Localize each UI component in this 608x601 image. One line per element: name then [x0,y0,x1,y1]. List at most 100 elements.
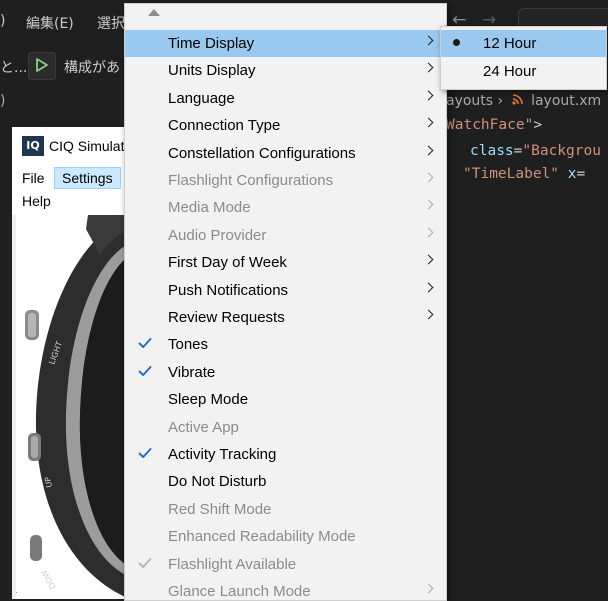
simulator-body: LIGHT UP DOW ﾁ [12,215,130,599]
submenu-item-label: 24 Hour [483,63,537,80]
menu-item-label: Enhanced Readability Mode [168,528,356,546]
menu-item-constellation-configurations[interactable]: Constellation Configurations [125,140,446,167]
code-line[interactable]: "TimeLabel" x= [463,166,585,182]
chevron-right-icon [423,309,434,320]
watch-label-down: DOW [40,568,58,590]
vscode-menu-selection[interactable]: 選択 [97,13,125,33]
code-string: "TimeLabel" [463,166,560,182]
xml-file-icon [512,93,523,109]
menu-item-glance-launch-mode: Glance Launch Mode [125,578,446,600]
code-punct: > [533,117,543,133]
menu-item-label: Constellation Configurations [168,144,356,162]
breadcrumb: ayouts › layout.xm [446,93,601,109]
menu-item-media-mode: Media Mode [125,194,446,221]
code-punct: = [576,166,586,182]
menu-item-label: Connection Type [168,117,281,135]
settings-dropdown-menu: Time Display Units Display Language Connect… [124,3,447,601]
menu-item-label: Activity Tracking [168,446,277,463]
checkmark-icon [137,445,153,465]
menu-item-enhanced-readability-mode: Enhanced Readability Mode [125,523,446,550]
watch-label-up: UP [43,476,54,488]
menu-item-sleep-mode[interactable]: Sleep Mode [125,386,446,413]
menu-help[interactable]: Help [22,193,51,209]
menu-item-units-display[interactable]: Units Display [125,57,446,84]
code-string: "Backgrou [522,143,601,159]
menu-item-label: Units Display [168,62,256,80]
time-display-submenu: 12 Hour 24 Hour [440,26,607,90]
code-line[interactable]: WatchFace"> [446,117,542,133]
chevron-right-icon [423,227,434,238]
breadcrumb-folder[interactable]: ayouts [446,93,493,109]
chevron-right-icon [423,254,434,265]
device-canvas: LIGHT UP DOW ﾁ [16,215,130,599]
menu-item-label: Media Mode [168,199,251,217]
chevron-right-icon [423,199,434,210]
chevron-right-icon [423,90,434,101]
chevron-right-icon [423,35,434,46]
menu-item-activity-tracking[interactable]: Activity Tracking [125,441,446,468]
menu-item-label: Active App [168,418,239,436]
menu-file[interactable]: File [22,170,45,186]
menu-item-label: Audio Provider [168,226,267,244]
menu-item-first-day-of-week[interactable]: First Day of Week [125,249,446,276]
scroll-up-arrow-icon[interactable] [148,9,160,16]
menu-item-review-requests[interactable]: Review Requests [125,304,446,331]
menu-item-label: Time Display [168,35,255,52]
simulator-title: CIQ Simulat [49,138,125,154]
menu-item-flashlight-available: Flashlight Available [125,551,446,578]
breadcrumb-separator: › [497,93,504,109]
menu-item-label: First Day of Week [168,254,287,272]
ciq-simulator-window: IQ CIQ Simulat File Settings Help LIGHT … [12,127,130,599]
play-icon [36,58,48,72]
menu-item-label: Do Not Disturb [168,473,267,491]
ciq-logo-icon: IQ [22,136,44,156]
menu-item-vibrate[interactable]: Vibrate [125,359,446,386]
radio-dot-icon [453,39,460,46]
menu-item-label: Review Requests [168,309,285,326]
menu-settings[interactable]: Settings [54,167,121,189]
code-attr: x [567,166,577,182]
submenu-item-12-hour[interactable]: 12 Hour [441,30,606,57]
code-line[interactable]: class="Backgrou [470,143,601,159]
code-attr: class [470,143,514,159]
chevron-right-icon [423,282,434,293]
menu-item-do-not-disturb[interactable]: Do Not Disturb [125,468,446,495]
vscode-menu-item[interactable]: ) [0,13,5,29]
menu-item-label: Tones [168,336,209,354]
menu-item-tones[interactable]: Tones [125,331,446,358]
run-config-label[interactable]: 構成があ [64,57,120,77]
chevron-right-icon [423,62,434,73]
menu-item-time-display[interactable]: Time Display [125,30,446,57]
menu-item-label: Push Notifications [168,281,289,299]
code-string: WatchFace" [446,117,534,133]
menu-item-active-app: Active App [125,414,446,441]
menu-item-audio-provider: Audio Provider [125,222,446,249]
chevron-right-icon [423,145,434,156]
chevron-right-icon [423,172,434,183]
menu-item-label: Sleep Mode [168,391,249,409]
chevron-right-icon [423,583,434,594]
menu-item-label: Language [168,89,235,107]
menu-item-label: Flashlight Configurations [168,172,334,189]
checkmark-icon [137,363,153,383]
menu-item-label: Flashlight Available [168,555,297,573]
watch-device: LIGHT UP DOW ﾁ [16,215,130,599]
menu-item-push-notifications[interactable]: Push Notifications [125,277,446,304]
menu-item-label: Glance Launch Mode [168,583,311,600]
simulator-titlebar[interactable]: IQ CIQ Simulat [12,127,130,167]
vscode-misc-paren: ) [0,93,6,109]
menu-item-connection-type[interactable]: Connection Type [125,112,446,139]
vscode-menu-edit[interactable]: 編集(E) [26,13,74,33]
menu-item-red-shift-mode: Red Shift Mode [125,496,446,523]
watch-label-partial: ﾁ [16,589,17,599]
menu-item-label: Vibrate [168,363,216,381]
submenu-item-24-hour[interactable]: 24 Hour [441,58,606,85]
menu-item-language[interactable]: Language [125,85,446,112]
menu-item-label: Red Shift Mode [168,500,272,518]
menu-item-flashlight-configurations: Flashlight Configurations [125,167,446,194]
run-button[interactable] [28,52,56,80]
run-toolbar: と... 構成があ [0,50,130,82]
breadcrumb-file[interactable]: layout.xm [531,93,601,109]
submenu-item-label: 12 Hour [483,35,537,52]
run-label: と... [0,60,28,76]
